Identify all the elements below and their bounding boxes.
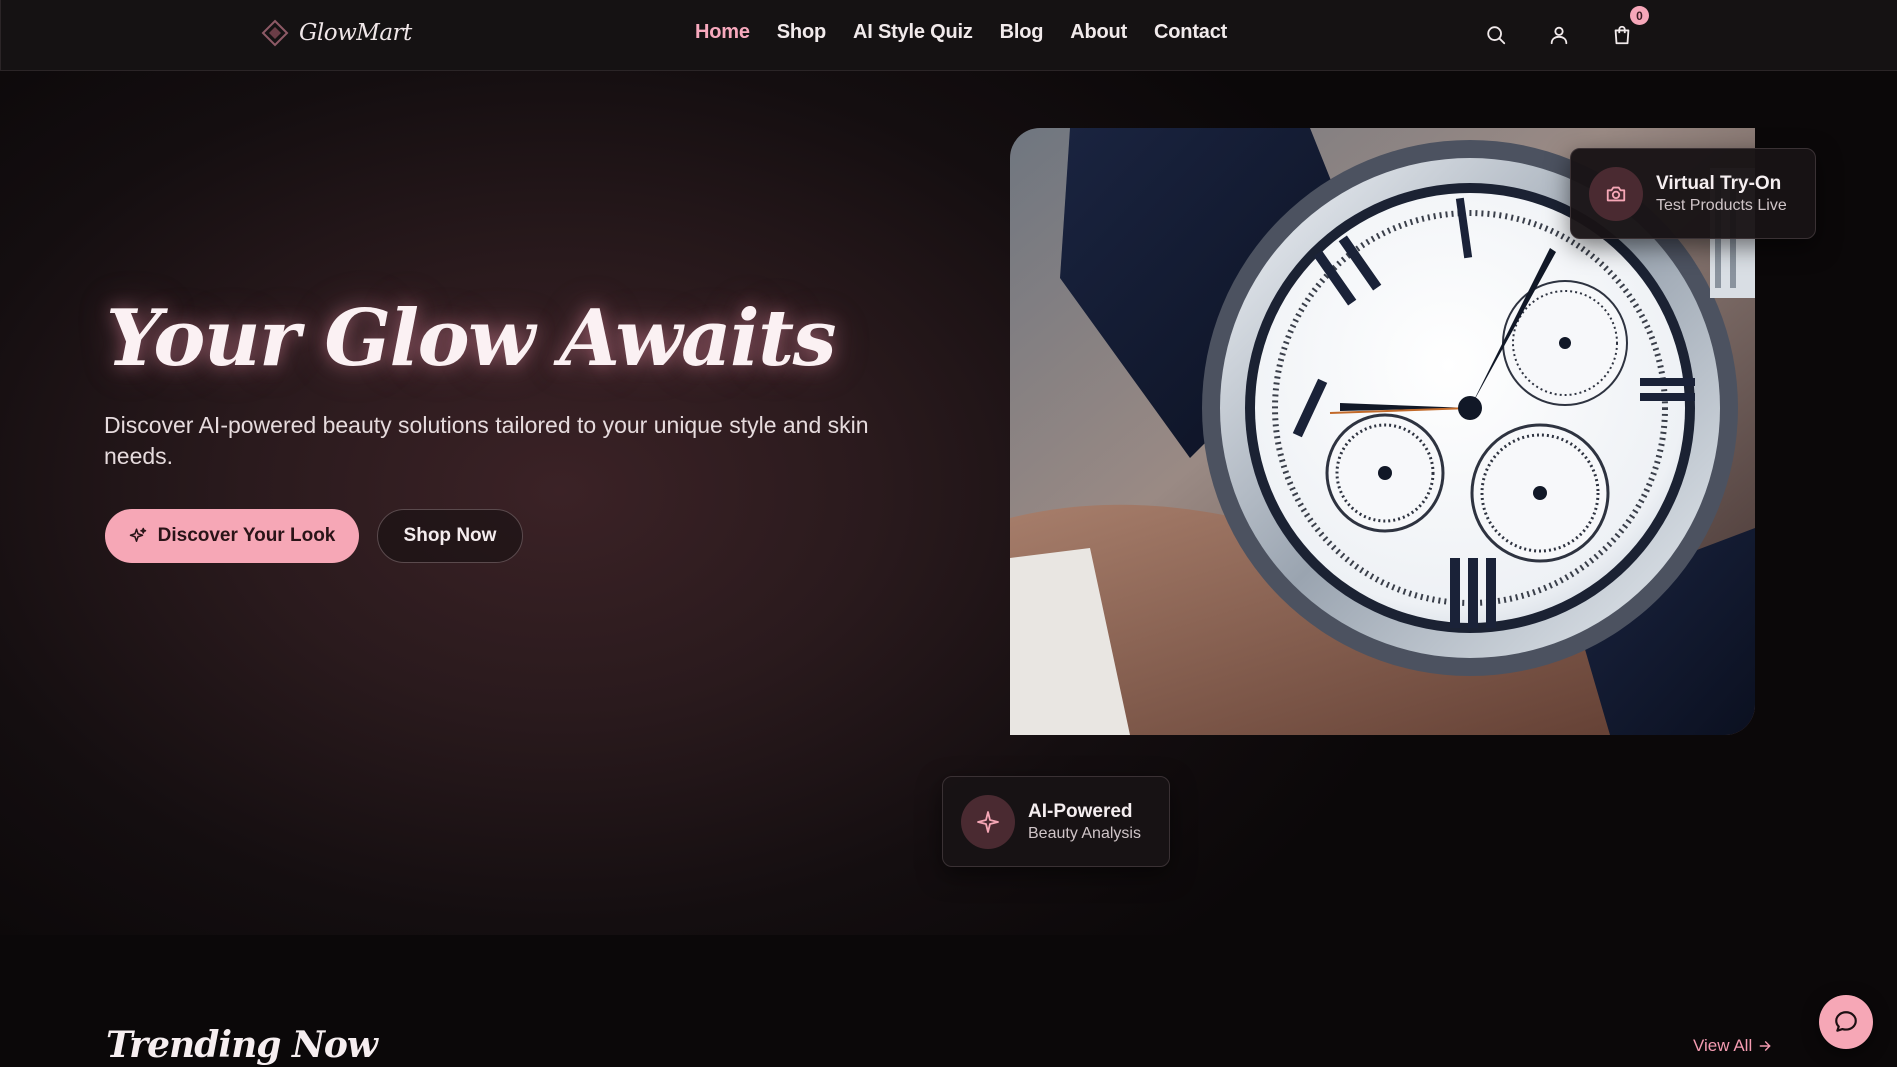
arrow-right-icon xyxy=(1759,1041,1771,1051)
view-all-label: View All xyxy=(1693,1036,1753,1055)
user-icon xyxy=(1550,26,1568,45)
virtual-try-on-title: Virtual Try-On xyxy=(1656,172,1782,194)
virtual-try-on-subtitle: Test Products Live xyxy=(1656,196,1787,214)
ai-powered-subtitle: Beauty Analysis xyxy=(1028,824,1141,842)
cart-count-badge: 0 xyxy=(1630,6,1649,25)
ai-powered-title: AI-Powered xyxy=(1028,800,1133,822)
nav-contact[interactable]: Contact xyxy=(1154,21,1227,44)
cart-button[interactable] xyxy=(1607,20,1637,50)
camera-icon xyxy=(1606,186,1626,201)
virtual-try-on-text: Virtual Try-On Test Products Live xyxy=(1656,172,1787,216)
shop-now-label: Shop Now xyxy=(403,525,497,546)
chat-button[interactable] xyxy=(1819,995,1873,1049)
sparkle-icon xyxy=(977,810,999,833)
ai-powered-text: AI-Powered Beauty Analysis xyxy=(1028,800,1141,844)
hero-title: Your Glow Awaits xyxy=(106,293,837,384)
discover-your-look-label: Discover Your Look xyxy=(157,525,336,546)
nav-shop[interactable]: Shop xyxy=(777,21,826,44)
search-icon xyxy=(1487,26,1506,45)
diamond-icon xyxy=(261,19,289,47)
sparkles-icon xyxy=(129,527,146,542)
page: GlowMart Home Shop AI Style Quiz Blog Ab… xyxy=(0,0,1897,1067)
chat-bubble-icon xyxy=(1835,1011,1857,1032)
trending-title: Trending Now xyxy=(106,1024,378,1066)
brand-name: GlowMart xyxy=(299,20,412,46)
nav-blog[interactable]: Blog xyxy=(1000,21,1044,44)
nav-about[interactable]: About xyxy=(1070,21,1127,44)
account-button[interactable] xyxy=(1544,20,1574,50)
shopping-bag-icon xyxy=(1614,25,1630,45)
hero-subtitle: Discover AI-powered beauty solutions tai… xyxy=(104,412,869,469)
search-button[interactable] xyxy=(1481,20,1511,50)
nav-home[interactable]: Home xyxy=(695,21,750,44)
nav-ai-style-quiz[interactable]: AI Style Quiz xyxy=(853,21,973,44)
shop-now-button[interactable]: Shop Now xyxy=(377,509,523,563)
view-all-link[interactable]: View All xyxy=(1693,1036,1772,1056)
main-nav: Home Shop AI Style Quiz Blog About Conta… xyxy=(695,21,1227,44)
brand-logo[interactable]: GlowMart xyxy=(260,18,412,48)
ai-powered-card[interactable]: AI-Powered Beauty Analysis xyxy=(942,776,1170,867)
top-header: GlowMart Home Shop AI Style Quiz Blog Ab… xyxy=(0,0,1897,71)
sparkle-icon-wrap xyxy=(961,794,1015,849)
virtual-try-on-card[interactable]: Virtual Try-On Test Products Live xyxy=(1570,148,1816,239)
discover-your-look-button[interactable]: Discover Your Look xyxy=(105,509,359,563)
camera-icon-wrap xyxy=(1589,166,1643,221)
